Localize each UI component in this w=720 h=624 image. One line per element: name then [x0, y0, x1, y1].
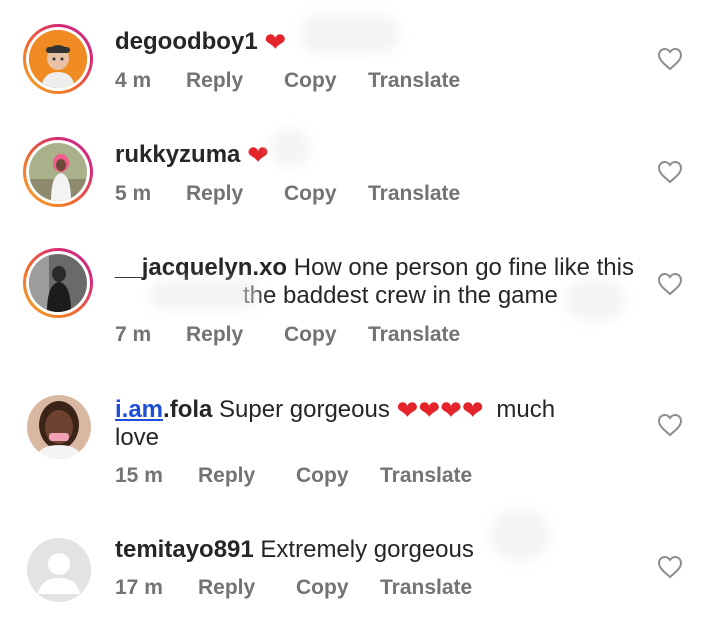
comment-time: 4 m [115, 69, 152, 92]
comment-degoodboy1: degoodboy1 ❤ 4 m Reply Copy Translate [0, 0, 720, 110]
username[interactable]: degoodboy1 [115, 28, 258, 55]
comment-text-line2: love [115, 424, 160, 451]
heart-outline-icon[interactable] [657, 160, 683, 184]
translate-button[interactable]: Translate [368, 69, 460, 93]
translate-button[interactable]: Translate [380, 464, 472, 488]
heart-outline-icon[interactable] [657, 272, 683, 296]
avatar[interactable] [23, 137, 93, 207]
reply-button[interactable]: Reply [186, 69, 284, 93]
username[interactable]: i.am.fola [115, 396, 212, 423]
heart-icon: ❤ [247, 140, 269, 170]
avatar[interactable] [23, 24, 93, 94]
comment-text-after: much [496, 396, 556, 423]
username[interactable]: rukkyzuma [115, 141, 240, 168]
heart-outline-icon[interactable] [657, 555, 683, 579]
comment-iam-fola: i.am.fola Super gorgeous ❤❤❤❤ much love … [0, 360, 720, 500]
reply-button[interactable]: Reply [198, 464, 296, 488]
username[interactable]: temitayo891 [115, 536, 254, 563]
avatar[interactable] [27, 395, 91, 459]
translate-button[interactable]: Translate [368, 323, 460, 347]
comment-time: 15 m [115, 464, 163, 487]
comment-text: How one person go fine like this [293, 254, 634, 281]
heart-icon: ❤ [440, 395, 462, 425]
comment-rukkyzuma: rukkyzuma ❤ 5 m Reply Copy Translate [0, 110, 720, 220]
heart-icon: ❤ [396, 395, 419, 425]
default-avatar-icon[interactable] [27, 538, 91, 602]
reply-button[interactable]: Reply [186, 323, 284, 347]
copy-button[interactable]: Copy [284, 69, 368, 93]
comment-time: 7 m [115, 323, 152, 346]
heart-icon: ❤ [418, 395, 441, 425]
heart-icon: ❤ [461, 395, 484, 425]
heart-icon: ❤ [264, 27, 287, 57]
copy-button[interactable]: Copy [284, 323, 368, 347]
username[interactable]: __jacquelyn.xo [115, 254, 287, 281]
translate-button[interactable]: Translate [368, 182, 460, 206]
avatar-image [29, 254, 87, 312]
copy-button[interactable]: Copy [284, 182, 368, 206]
comment-jacquelyn: __jacquelyn.xo How one person go fine li… [0, 220, 720, 360]
username-link[interactable]: i.am [115, 396, 163, 423]
avatar[interactable] [23, 248, 93, 318]
translate-button[interactable]: Translate [380, 576, 472, 600]
reply-button[interactable]: Reply [198, 576, 296, 600]
avatar-image [29, 143, 87, 201]
comment-time: 5 m [115, 182, 152, 205]
comment-text: Super gorgeous [219, 396, 390, 423]
comment-temitayo891: temitayo891 Extremely gorgeous 17 m Reply… [0, 500, 720, 624]
copy-button[interactable]: Copy [296, 576, 380, 600]
comment-text: Extremely gorgeous [260, 536, 474, 563]
heart-outline-icon[interactable] [657, 413, 683, 437]
comment-time: 17 m [115, 576, 163, 599]
avatar-image [27, 395, 91, 459]
reply-button[interactable]: Reply [186, 182, 284, 206]
avatar-image [29, 30, 87, 88]
heart-outline-icon[interactable] [657, 47, 683, 71]
copy-button[interactable]: Copy [296, 464, 380, 488]
